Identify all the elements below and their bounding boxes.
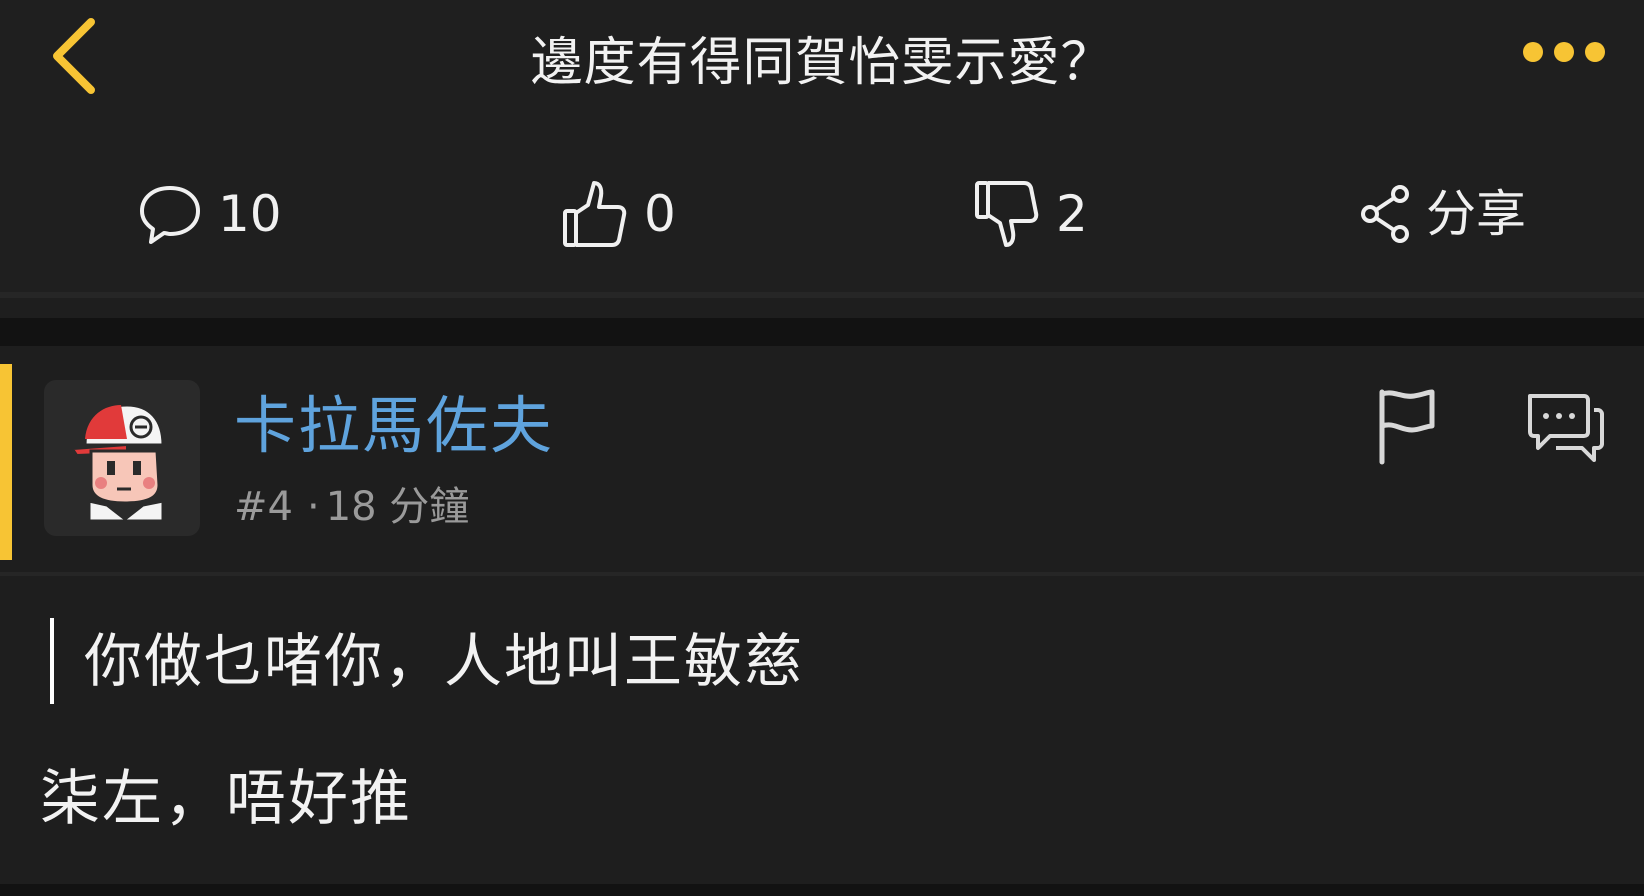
- avatar[interactable]: [44, 380, 200, 536]
- avatar-icon: [71, 403, 165, 523]
- action-bar: 10 0 2 分享: [0, 130, 1644, 298]
- quoted-text: 你做乜啫你，人地叫王敏慈: [50, 618, 804, 704]
- dislikes-count: 2: [1056, 185, 1088, 243]
- more-dots-icon: [1523, 42, 1543, 62]
- share-icon: [1361, 185, 1409, 243]
- reply-chat-icon: [1528, 394, 1604, 462]
- comment-icon: [140, 186, 200, 244]
- thumbs-down-icon: [975, 181, 1039, 247]
- meta-separator: ·: [306, 484, 320, 530]
- floor-number: #4: [234, 484, 293, 530]
- share-label: 分享: [1426, 185, 1526, 243]
- more-dots-icon: [1554, 42, 1574, 62]
- comments-button[interactable]: 10: [138, 174, 282, 254]
- dislike-button[interactable]: 2: [974, 174, 1088, 254]
- like-button[interactable]: 0: [562, 174, 676, 254]
- thumbs-up-icon: [563, 181, 627, 247]
- likes-count: 0: [644, 185, 676, 243]
- section-divider: [0, 318, 1644, 346]
- flag-icon: [1379, 389, 1435, 465]
- bottom-divider: [0, 884, 1644, 896]
- post-body: 你做乜啫你，人地叫王敏慈 柒左，唔好推: [0, 576, 1644, 886]
- username[interactable]: 卡拉馬佐夫: [234, 388, 554, 464]
- post-accent-bar: [0, 364, 12, 560]
- more-options-button[interactable]: [1516, 30, 1612, 74]
- share-button[interactable]: 分享: [1360, 174, 1526, 254]
- report-button[interactable]: [1374, 386, 1438, 466]
- post-time: 18 分鐘: [325, 484, 470, 530]
- post-content: 柒左，唔好推: [40, 764, 412, 834]
- reply-button[interactable]: [1524, 390, 1606, 466]
- more-dots-icon: [1585, 42, 1605, 62]
- post-header: 卡拉馬佐夫 #4 · 18 分鐘: [0, 346, 1644, 576]
- top-bar: 邊度有得同賀怡雯示愛？: [0, 0, 1644, 130]
- post-meta: #4 · 18 分鐘: [234, 482, 469, 532]
- comments-count: 10: [218, 185, 282, 243]
- page-title: 邊度有得同賀怡雯示愛？: [530, 33, 1114, 93]
